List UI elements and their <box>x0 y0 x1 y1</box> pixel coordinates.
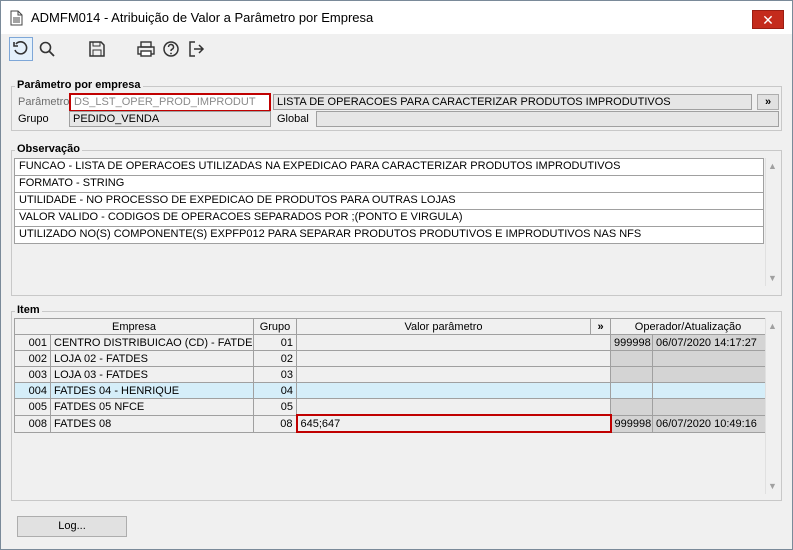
observation-line: UTILIDADE - NO PROCESSO DE EXPEDICAO DE … <box>15 193 763 210</box>
empresa-name: CENTRO DISTRIBUICAO (CD) - FATDES <box>50 334 254 351</box>
atualizacao-cell <box>652 382 766 399</box>
operador-column-header[interactable]: Operador/Atualização <box>610 318 766 335</box>
operador-cell <box>610 366 653 383</box>
observation-line: FUNCAO - LISTA DE OPERACOES UTILIZADAS N… <box>15 159 763 176</box>
operador-cell: 999998 <box>610 414 653 433</box>
close-icon: ✕ <box>762 12 774 28</box>
global-field <box>316 111 779 127</box>
empresa-name: FATDES 04 - HENRIQUE <box>50 382 254 399</box>
empresa-code: 008 <box>14 414 51 433</box>
empresa-name: FATDES 08 <box>50 414 254 433</box>
valor-cell[interactable] <box>296 350 611 367</box>
empresa-code: 005 <box>14 398 51 416</box>
parametro-field[interactable]: DS_LST_OPER_PROD_IMPRODUT <box>69 93 271 112</box>
parametro-more-button[interactable]: » <box>757 94 779 110</box>
grupo-field: PEDIDO_VENDA <box>69 111 271 127</box>
atualizacao-cell <box>652 366 766 383</box>
valor-more-button[interactable]: » <box>590 318 611 335</box>
table-row[interactable]: 008 FATDES 08 08 645;647 999998 06/07/20… <box>14 414 766 433</box>
valor-cell-highlighted[interactable]: 645;647 <box>295 414 612 433</box>
empresa-name: LOJA 02 - FATDES <box>50 350 254 367</box>
valor-cell[interactable] <box>296 334 611 351</box>
observation-line: UTILIZADO NO(S) COMPONENTE(S) EXPFP012 P… <box>15 227 763 244</box>
empresa-code: 001 <box>14 334 51 351</box>
search-icon[interactable] <box>35 37 59 61</box>
application-window: ADMFM014 - Atribuição de Valor a Parâmet… <box>0 0 793 550</box>
parametro-description-field: LISTA DE OPERACOES PARA CARACTERIZAR PRO… <box>273 94 752 110</box>
valor-cell[interactable] <box>296 366 611 383</box>
scroll-up-icon[interactable]: ▲ <box>766 321 779 331</box>
atualizacao-cell: 06/07/2020 10:49:16 <box>652 414 766 433</box>
exit-icon[interactable] <box>184 37 208 61</box>
title-bar: ADMFM014 - Atribuição de Valor a Parâmet… <box>1 1 792 34</box>
observation-list: FUNCAO - LISTA DE OPERACOES UTILIZADAS N… <box>14 158 764 244</box>
table-header-row: Empresa Grupo Valor parâmetro » Operador… <box>14 318 766 335</box>
atualizacao-cell: 06/07/2020 14:17:27 <box>652 334 766 351</box>
grupo-cell: 04 <box>253 382 297 399</box>
empresa-code: 002 <box>14 350 51 367</box>
observation-scrollbar[interactable]: ▲ ▼ <box>765 158 779 286</box>
atualizacao-cell <box>652 350 766 367</box>
scroll-down-icon[interactable]: ▼ <box>766 481 779 491</box>
grupo-cell: 02 <box>253 350 297 367</box>
document-icon <box>10 10 23 26</box>
grupo-cell: 05 <box>253 398 297 416</box>
parameter-group-title: Parâmetro por empresa <box>15 79 143 91</box>
grupo-label: Grupo <box>18 113 49 125</box>
parametro-label: Parâmetro <box>18 96 70 108</box>
table-row[interactable]: 002 LOJA 02 - FATDES 02 <box>14 350 766 367</box>
refresh-icon[interactable] <box>9 37 33 61</box>
observation-line: VALOR VALIDO - CODIGOS DE OPERACOES SEPA… <box>15 210 763 227</box>
scroll-up-icon[interactable]: ▲ <box>766 161 779 171</box>
empresa-code: 004 <box>14 382 51 399</box>
save-icon[interactable] <box>85 37 109 61</box>
window-title: ADMFM014 - Atribuição de Valor a Parâmet… <box>31 10 374 25</box>
global-label: Global <box>277 113 309 125</box>
empresa-name: LOJA 03 - FATDES <box>50 366 254 383</box>
grupo-cell: 01 <box>253 334 297 351</box>
valor-column-header[interactable]: Valor parâmetro <box>296 318 591 335</box>
table-row-selected[interactable]: 004 FATDES 04 - HENRIQUE 04 <box>14 382 766 399</box>
empresa-name: FATDES 05 NFCE <box>50 398 254 416</box>
observation-group-title: Observação <box>15 143 82 155</box>
item-group-title: Item <box>15 304 42 316</box>
operador-cell <box>610 350 653 367</box>
empresa-code: 003 <box>14 366 51 383</box>
print-icon[interactable] <box>134 37 158 61</box>
item-scrollbar[interactable]: ▲ ▼ <box>765 318 779 494</box>
observation-line: FORMATO - STRING <box>15 176 763 193</box>
scroll-down-icon[interactable]: ▼ <box>766 273 779 283</box>
table-row[interactable]: 003 LOJA 03 - FATDES 03 <box>14 366 766 383</box>
table-row[interactable]: 005 FATDES 05 NFCE 05 <box>14 398 766 416</box>
valor-cell[interactable] <box>296 398 611 416</box>
table-row[interactable]: 001 CENTRO DISTRIBUICAO (CD) - FATDES 01… <box>14 334 766 351</box>
operador-cell <box>610 398 653 416</box>
valor-cell[interactable] <box>296 382 611 399</box>
close-button[interactable]: ✕ <box>752 10 784 29</box>
operador-cell: 999998 <box>610 334 653 351</box>
grupo-cell: 08 <box>253 414 297 433</box>
grupo-cell: 03 <box>253 366 297 383</box>
atualizacao-cell <box>652 398 766 416</box>
log-button[interactable]: Log... <box>17 516 127 537</box>
help-icon[interactable] <box>159 37 183 61</box>
item-table: Empresa Grupo Valor parâmetro » Operador… <box>14 318 766 433</box>
operador-cell <box>610 382 653 399</box>
empresa-column-header[interactable]: Empresa <box>14 318 254 335</box>
grupo-column-header[interactable]: Grupo <box>253 318 297 335</box>
